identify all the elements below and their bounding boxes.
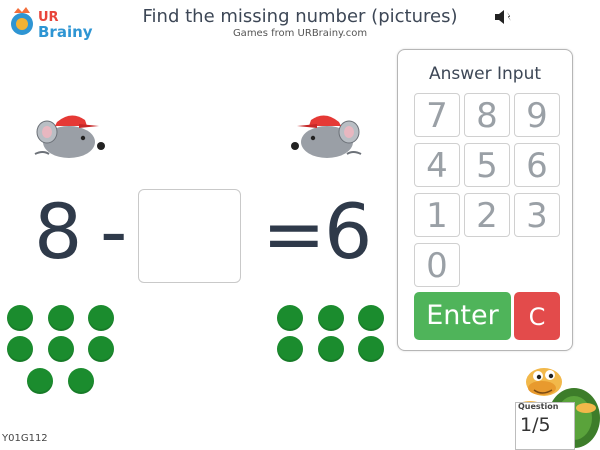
page-title: Find the missing number (pictures) (142, 6, 458, 27)
clear-button[interactable]: C (514, 292, 560, 340)
urbrainy-logo[interactable]: UR Brainy (8, 4, 100, 44)
answer-box[interactable] (138, 189, 241, 283)
difference: 6 (324, 187, 373, 276)
counter-dot (7, 336, 33, 362)
key-7[interactable]: 7 (414, 93, 460, 137)
counter-dot (358, 336, 384, 362)
question-label: Question (518, 402, 559, 411)
counter-dot (48, 336, 74, 362)
activity-code: Y01G112 (2, 433, 48, 444)
minuend: 8 (34, 187, 83, 276)
key-8[interactable]: 8 (464, 93, 510, 137)
counter-dot (7, 305, 33, 331)
key-9[interactable]: 9 (514, 93, 560, 137)
counter-dot (48, 305, 74, 331)
svg-text:Brainy: Brainy (38, 23, 93, 41)
mouse-right-icon (291, 115, 362, 158)
counter-dot (318, 305, 344, 331)
counter-dot (27, 368, 53, 394)
counter-dot (277, 336, 303, 362)
enter-button[interactable]: Enter (414, 292, 511, 340)
minus-sign: - (100, 187, 128, 276)
key-6[interactable]: 6 (514, 143, 560, 187)
key-1[interactable]: 1 (414, 193, 460, 237)
key-0[interactable]: 0 (414, 243, 460, 287)
mouse-left-icon (34, 115, 105, 158)
page-subtitle: Games from URBrainy.com (232, 28, 368, 39)
key-2[interactable]: 2 (464, 193, 510, 237)
counter-dot (88, 336, 114, 362)
counter-dot (277, 305, 303, 331)
counter-dot (318, 336, 344, 362)
key-5[interactable]: 5 (464, 143, 510, 187)
key-4[interactable]: 4 (414, 143, 460, 187)
question-counter: 1/5 (520, 414, 551, 436)
speaker-mute-icon[interactable] (492, 6, 514, 28)
equals-sign: = (262, 189, 326, 278)
counter-dot (358, 305, 384, 331)
key-3[interactable]: 3 (514, 193, 560, 237)
answer-input-title: Answer Input (428, 64, 542, 84)
counter-dot (68, 368, 94, 394)
counter-dot (88, 305, 114, 331)
